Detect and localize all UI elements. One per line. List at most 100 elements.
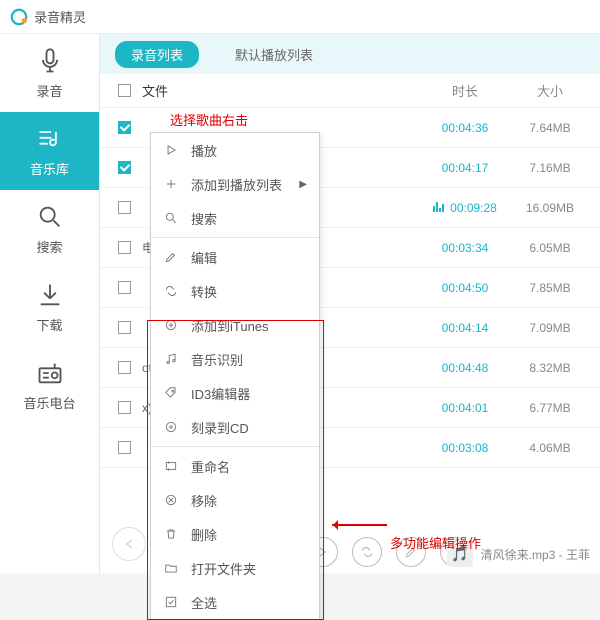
sidebar-item-library[interactable]: 音乐库 — [0, 112, 99, 190]
row-size: 16.09MB — [510, 201, 590, 215]
menu-item-refresh[interactable]: 转换 — [151, 274, 319, 308]
menu-item-label: ID3编辑器 — [191, 384, 250, 403]
tag-icon — [163, 385, 179, 401]
row-checkbox[interactable] — [110, 321, 138, 334]
menu-item-folder[interactable]: 打开文件夹 — [151, 551, 319, 585]
menu-item-tag[interactable]: ID3编辑器 — [151, 376, 319, 410]
folder-icon — [163, 560, 179, 576]
note-icon — [163, 351, 179, 367]
row-duration: 00:03:34 — [420, 241, 510, 255]
row-checkbox[interactable] — [110, 441, 138, 454]
row-checkbox[interactable] — [110, 201, 138, 214]
menu-item-selectall[interactable]: 全选 — [151, 585, 319, 619]
selectall-icon — [163, 594, 179, 610]
search-icon — [163, 210, 179, 226]
column-file[interactable]: 文件 — [138, 81, 420, 100]
annotation-arrow-icon — [332, 524, 387, 526]
remove-icon — [163, 492, 179, 508]
now-playing[interactable]: 🎵 清风徐来.mp3 - 王菲 — [447, 541, 590, 567]
tab-recording-list[interactable]: 录音列表 — [115, 41, 199, 68]
sidebar-item-label: 录音 — [36, 81, 62, 100]
row-duration: 00:03:08 — [420, 441, 510, 455]
menu-item-label: 转换 — [191, 282, 217, 301]
menu-item-label: 重命名 — [191, 457, 230, 476]
menu-item-label: 编辑 — [191, 248, 217, 267]
menu-item-pencil[interactable]: 编辑 — [151, 240, 319, 274]
sidebar-item-download[interactable]: 下载 — [0, 268, 99, 346]
playing-indicator-icon — [433, 200, 444, 212]
app-title: 录音精灵 — [34, 7, 86, 26]
sidebar-item-search[interactable]: 搜索 — [0, 190, 99, 268]
sidebar-item-label: 下载 — [36, 315, 62, 334]
menu-item-note[interactable]: 音乐识别 — [151, 342, 319, 376]
row-size: 6.77MB — [510, 401, 590, 415]
circle-plus-icon — [163, 317, 179, 333]
row-checkbox[interactable] — [110, 281, 138, 294]
sidebar: 录音 音乐库 搜索 下载 音乐电台 — [0, 34, 100, 573]
prev-button[interactable] — [112, 527, 146, 561]
row-size: 8.32MB — [510, 361, 590, 375]
microphone-icon — [36, 47, 64, 75]
column-duration[interactable]: 时长 — [420, 81, 510, 100]
context-menu: 播放添加到播放列表▶ 搜索编辑转换添加到iTunes 音乐识别 ID3编辑器刻录到CD… — [150, 132, 320, 620]
radio-icon — [36, 359, 64, 387]
content-area: 录音列表 默认播放列表 文件 时长 大小 00:04:367.64MB00:04… — [100, 34, 600, 573]
menu-item-trash[interactable]: 删除 — [151, 517, 319, 551]
menu-item-label: 播放 — [191, 141, 217, 160]
row-checkbox[interactable] — [110, 401, 138, 414]
row-size: 4.06MB — [510, 441, 590, 455]
menu-item-label: 删除 — [191, 525, 217, 544]
column-size[interactable]: 大小 — [510, 81, 590, 100]
menu-item-label: 移除 — [191, 491, 217, 510]
sidebar-item-label: 音乐电台 — [23, 393, 75, 412]
row-size: 7.09MB — [510, 321, 590, 335]
music-list-icon — [36, 125, 64, 153]
menu-item-plus[interactable]: 添加到播放列表▶ — [151, 167, 319, 201]
menu-item-search[interactable]: 搜索 — [151, 201, 319, 235]
now-playing-text: 清风徐来.mp3 - 王菲 — [481, 546, 590, 563]
pencil-icon — [163, 249, 179, 265]
menu-separator — [151, 237, 319, 238]
menu-item-label: 音乐识别 — [191, 350, 243, 369]
row-checkbox[interactable] — [110, 241, 138, 254]
menu-item-circle-plus[interactable]: 添加到iTunes — [151, 308, 319, 342]
menu-item-label: 搜索 — [191, 209, 217, 228]
list-header: 文件 时长 大小 — [100, 74, 600, 108]
menu-item-label: 刻录到CD — [191, 418, 249, 437]
row-size: 7.16MB — [510, 161, 590, 175]
album-art-icon: 🎵 — [447, 541, 473, 567]
row-duration: 00:04:01 — [420, 401, 510, 415]
sidebar-item-record[interactable]: 录音 — [0, 34, 99, 112]
sidebar-item-radio[interactable]: 音乐电台 — [0, 346, 99, 424]
row-size: 7.64MB — [510, 121, 590, 135]
tab-default-playlist[interactable]: 默认播放列表 — [219, 41, 329, 68]
row-duration: 00:09:28 — [420, 200, 510, 215]
submenu-arrow-icon: ▶ — [299, 179, 307, 190]
row-checkbox[interactable] — [110, 361, 138, 374]
sidebar-item-label: 音乐库 — [30, 159, 69, 178]
app-logo-icon — [10, 8, 28, 26]
row-checkbox[interactable] — [110, 161, 138, 174]
tabs: 录音列表 默认播放列表 — [100, 34, 600, 74]
row-duration: 00:04:14 — [420, 321, 510, 335]
edit-icon-button[interactable] — [396, 537, 426, 567]
header-checkbox[interactable] — [110, 84, 138, 97]
menu-separator — [151, 446, 319, 447]
title-bar: 录音精灵 — [0, 0, 600, 34]
menu-item-rename[interactable]: 重命名 — [151, 449, 319, 483]
repeat-icon-button[interactable] — [352, 537, 382, 567]
menu-item-play[interactable]: 播放 — [151, 133, 319, 167]
search-icon — [36, 203, 64, 231]
row-checkbox[interactable] — [110, 121, 138, 134]
download-icon — [36, 281, 64, 309]
sidebar-item-label: 搜索 — [36, 237, 62, 256]
rename-icon — [163, 458, 179, 474]
row-duration: 00:04:48 — [420, 361, 510, 375]
row-duration: 00:04:50 — [420, 281, 510, 295]
plus-icon — [163, 176, 179, 192]
menu-item-disc[interactable]: 刻录到CD — [151, 410, 319, 444]
menu-item-remove[interactable]: 移除 — [151, 483, 319, 517]
row-duration: 00:04:17 — [420, 161, 510, 175]
play-icon — [163, 142, 179, 158]
menu-item-label: 打开文件夹 — [191, 559, 256, 578]
